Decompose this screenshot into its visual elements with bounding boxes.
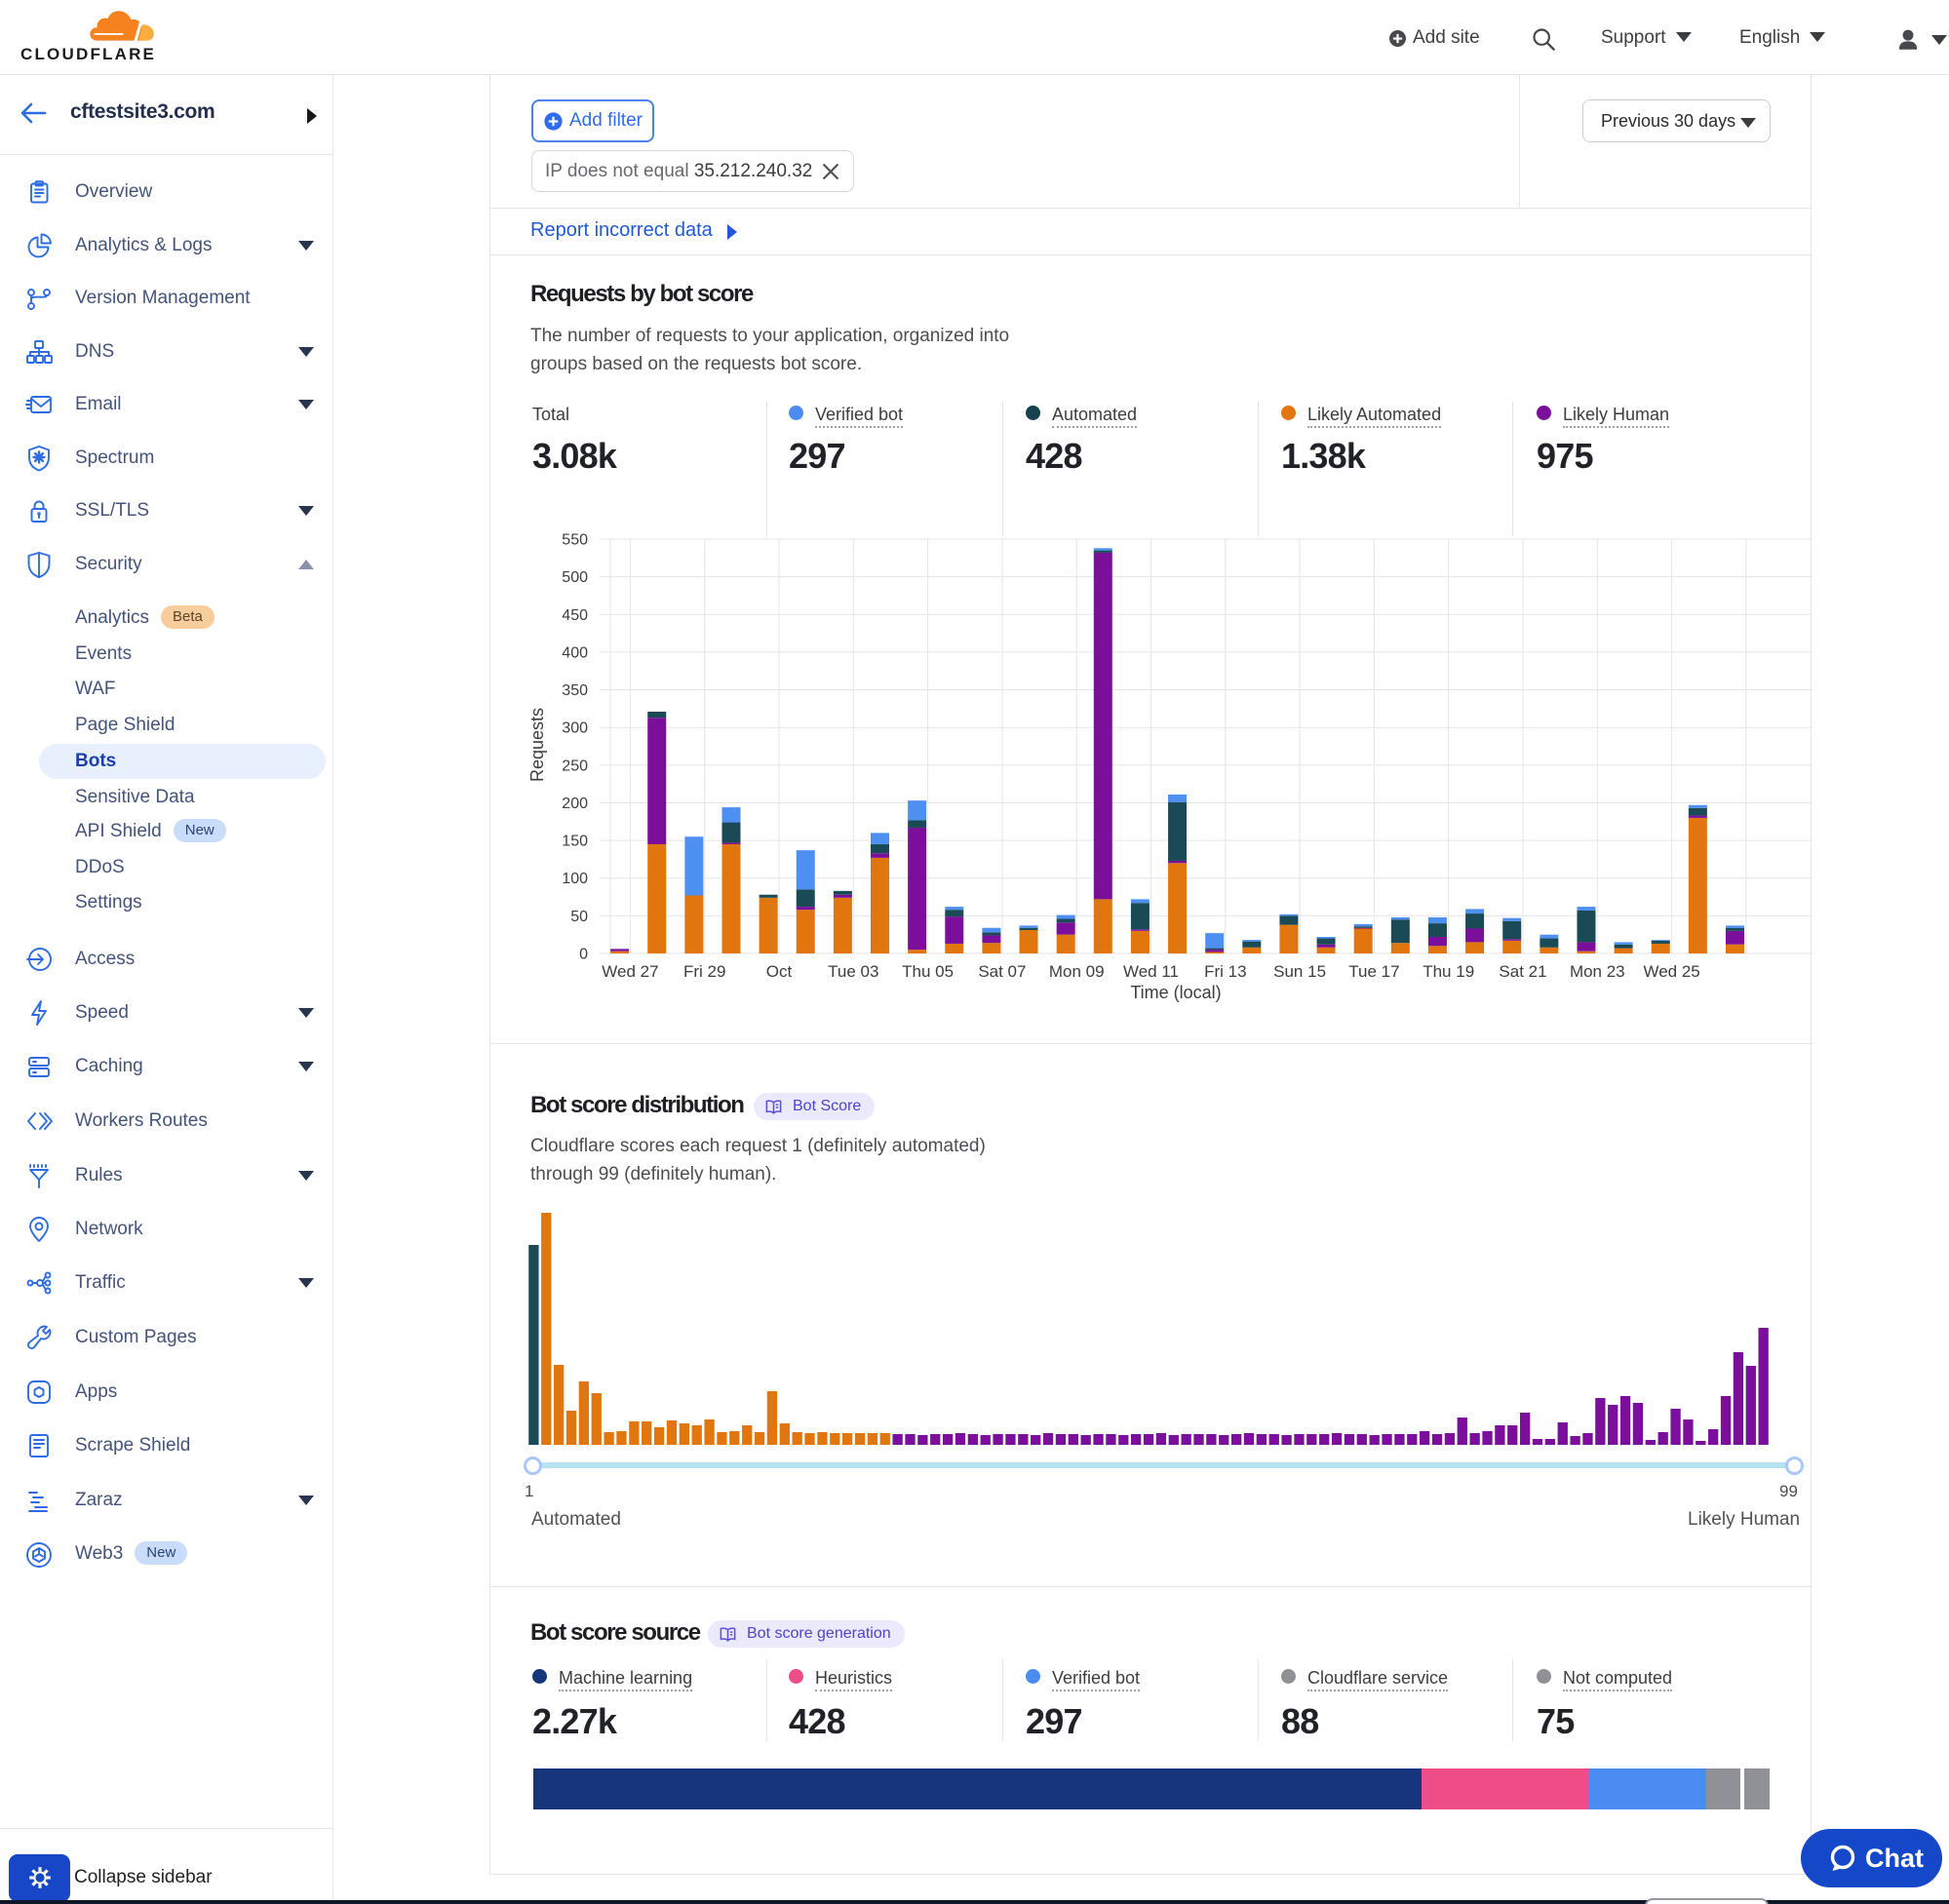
svg-text:50: 50 — [570, 909, 588, 925]
svg-text:Thu 19: Thu 19 — [1423, 962, 1474, 981]
svg-text:100: 100 — [562, 871, 588, 887]
svg-text:Sun 15: Sun 15 — [1273, 962, 1326, 981]
svg-text:Tue 03: Tue 03 — [828, 962, 878, 981]
svg-text:Wed 25: Wed 25 — [1643, 962, 1699, 981]
svg-text:150: 150 — [562, 834, 588, 850]
svg-text:Mon 09: Mon 09 — [1049, 962, 1105, 981]
svg-text:Tue 17: Tue 17 — [1348, 962, 1399, 981]
svg-text:Sat 07: Sat 07 — [978, 962, 1026, 981]
svg-text:400: 400 — [562, 644, 588, 661]
svg-text:500: 500 — [562, 569, 588, 586]
svg-text:Fri 29: Fri 29 — [683, 962, 725, 981]
svg-text:Fri 13: Fri 13 — [1204, 962, 1246, 981]
svg-text:0: 0 — [579, 947, 588, 963]
svg-text:Requests: Requests — [527, 708, 547, 782]
svg-text:350: 350 — [562, 682, 588, 699]
svg-text:Oct: Oct — [766, 962, 793, 981]
svg-text:Thu 05: Thu 05 — [902, 962, 954, 981]
svg-text:250: 250 — [562, 758, 588, 774]
svg-text:200: 200 — [562, 796, 588, 812]
svg-text:450: 450 — [562, 607, 588, 624]
svg-text:300: 300 — [562, 720, 588, 737]
svg-text:Sat 21: Sat 21 — [1499, 962, 1546, 981]
svg-text:550: 550 — [562, 532, 588, 549]
svg-text:Wed 11: Wed 11 — [1123, 962, 1179, 981]
svg-text:Wed 27: Wed 27 — [602, 962, 658, 981]
svg-text:Mon 23: Mon 23 — [1570, 962, 1625, 981]
svg-text:Time (local): Time (local) — [1130, 983, 1221, 1002]
